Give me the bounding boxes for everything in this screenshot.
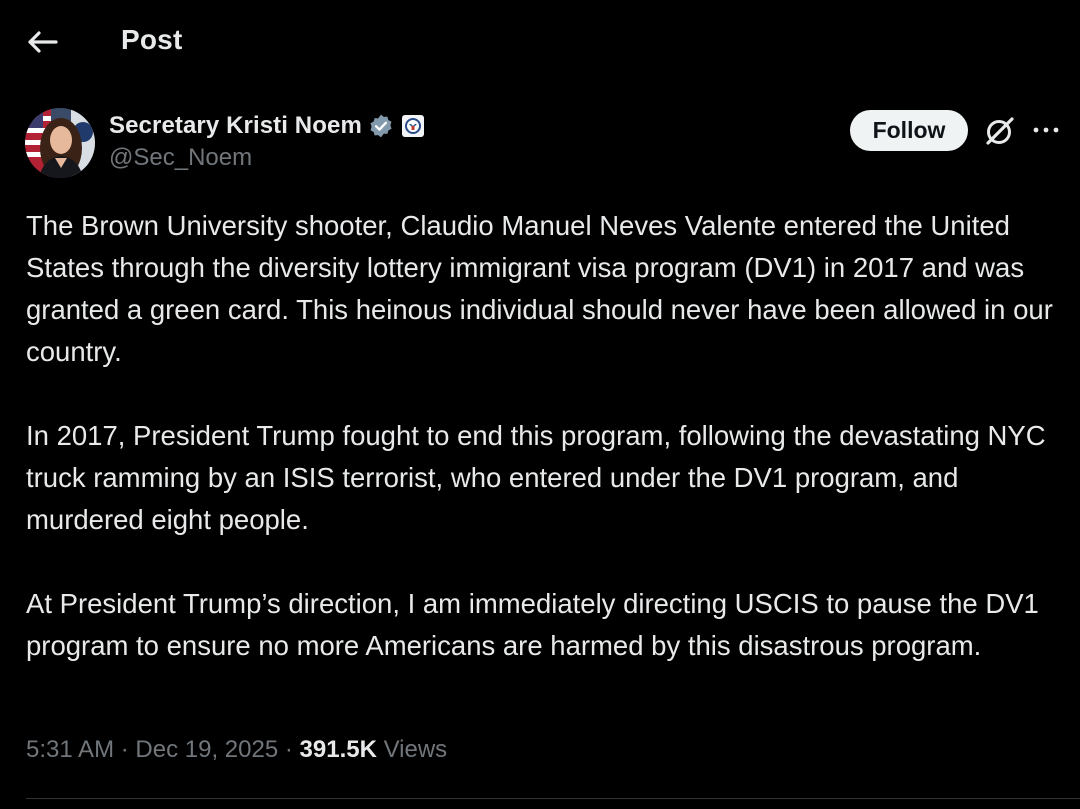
- post-meta: 5:31 AM · Dec 19, 2025 · 391.5K Views: [26, 736, 447, 764]
- author-name[interactable]: Secretary Kristi Noem: [109, 112, 362, 140]
- views-count[interactable]: 391.5K: [300, 736, 377, 763]
- post-paragraph: At President Trump’s direction, I am imm…: [26, 588, 1039, 661]
- page-title: Post: [121, 24, 183, 55]
- top-bar: Post: [0, 0, 1080, 84]
- arrow-left-icon: [28, 31, 58, 53]
- post-paragraph: In 2017, President Trump fought to end t…: [26, 420, 1046, 535]
- post-time[interactable]: 5:31 AM: [26, 736, 114, 763]
- post-body: The Brown University shooter, Claudio Ma…: [26, 205, 1071, 709]
- avatar[interactable]: [25, 108, 95, 178]
- back-button[interactable]: [22, 22, 62, 62]
- more-dots-icon[interactable]: [1031, 117, 1061, 143]
- author-handle[interactable]: @Sec_Noem: [109, 144, 424, 172]
- meta-separator: ·: [120, 736, 129, 763]
- divider: [26, 798, 1080, 799]
- post-paragraph: The Brown University shooter, Claudio Ma…: [26, 210, 1053, 367]
- views-label[interactable]: Views: [384, 736, 448, 763]
- meta-separator: ·: [284, 736, 293, 763]
- author-name-row: Secretary Kristi Noem: [109, 110, 424, 142]
- post-date[interactable]: Dec 19, 2025: [135, 736, 278, 763]
- grok-icon[interactable]: [983, 114, 1017, 148]
- follow-button[interactable]: Follow: [850, 110, 968, 151]
- dhs-seal-icon[interactable]: [401, 115, 424, 137]
- profile-photo: [25, 108, 95, 178]
- author-block: Secretary Kristi Noem @Sec_Noem: [109, 110, 424, 172]
- verified-badge-icon[interactable]: [368, 113, 394, 139]
